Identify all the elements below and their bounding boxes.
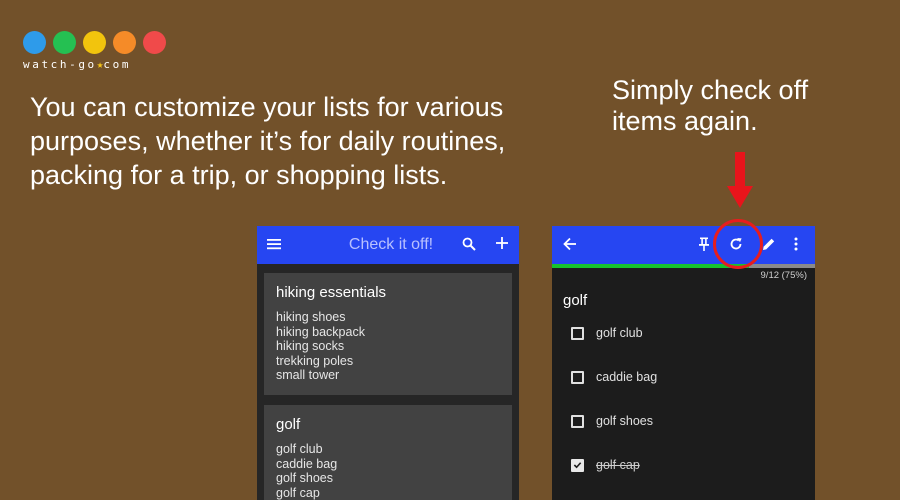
phone-screen-lists: Check it off! hiking essentials hiking s… — [257, 226, 519, 500]
logo-text-suffix: com — [103, 58, 132, 71]
app-bar — [552, 226, 815, 264]
checkbox[interactable] — [571, 370, 584, 384]
checklist-item[interactable]: golf cap — [571, 455, 640, 475]
checkbox[interactable] — [571, 326, 584, 340]
logo-dot-green — [53, 31, 76, 54]
logo-dot-blue — [23, 31, 46, 54]
checklist-item-label: golf cap — [596, 458, 640, 472]
logo-dot-red — [143, 31, 166, 54]
app-title: Check it off! — [348, 236, 434, 253]
list-card-hiking[interactable]: hiking essentials hiking shoes hiking ba… — [264, 273, 512, 395]
card-item: golf club — [276, 442, 323, 456]
progress-text: 9/12 (75%) — [760, 270, 807, 281]
checklist-item[interactable]: golf shoes — [571, 411, 653, 431]
checklist-title: golf — [563, 292, 588, 309]
more-vert-icon[interactable] — [793, 237, 799, 251]
card-item: trekking poles — [276, 353, 354, 368]
checklist-item[interactable]: golf club — [571, 323, 643, 343]
card-item: caddie bag — [276, 456, 338, 471]
card-title: hiking essentials — [276, 284, 387, 301]
checklist-item-label: golf club — [596, 326, 643, 340]
red-down-arrow-icon — [727, 152, 753, 210]
logo-text: watch-go★com — [23, 58, 173, 71]
logo-text-main: watch-go — [23, 58, 97, 71]
checkbox-checked[interactable] — [571, 458, 584, 472]
checklist-item-label: caddie bag — [596, 370, 658, 384]
card-item: hiking backpack — [276, 324, 365, 339]
caption-customize-lists: You can customize your lists for various… — [30, 92, 506, 190]
caption-check-off-again: Simply check off items again. — [612, 75, 809, 136]
watch-go-logo: watch-go★com — [23, 31, 173, 73]
pin-icon[interactable] — [698, 237, 710, 251]
progress-bar — [552, 264, 815, 268]
plus-icon[interactable] — [495, 236, 509, 250]
back-arrow-icon[interactable] — [563, 237, 577, 251]
card-item: hiking shoes — [276, 310, 346, 324]
checkbox[interactable] — [571, 414, 584, 428]
app-bar: Check it off! — [257, 226, 519, 264]
card-item: small tower — [276, 368, 340, 382]
card-item: hiking socks — [276, 339, 345, 353]
checklist-item-label: golf shoes — [596, 414, 653, 428]
highlight-circle — [713, 219, 763, 269]
card-title: golf — [276, 416, 301, 433]
edit-icon[interactable] — [762, 237, 776, 251]
card-item: golf shoes — [276, 471, 333, 485]
logo-dots — [23, 31, 173, 54]
list-card-golf[interactable]: golf golf club caddie bag golf shoes gol… — [264, 405, 512, 500]
phone-screen-checklist: 9/12 (75%) golf golf club caddie bag gol… — [552, 226, 815, 500]
logo-dot-orange — [113, 31, 136, 54]
search-icon[interactable] — [462, 237, 476, 251]
logo-dot-yellow — [83, 31, 106, 54]
card-item: golf cap — [276, 485, 320, 500]
checklist-item[interactable]: caddie bag — [571, 367, 657, 387]
progress-bar-fill — [552, 264, 750, 268]
